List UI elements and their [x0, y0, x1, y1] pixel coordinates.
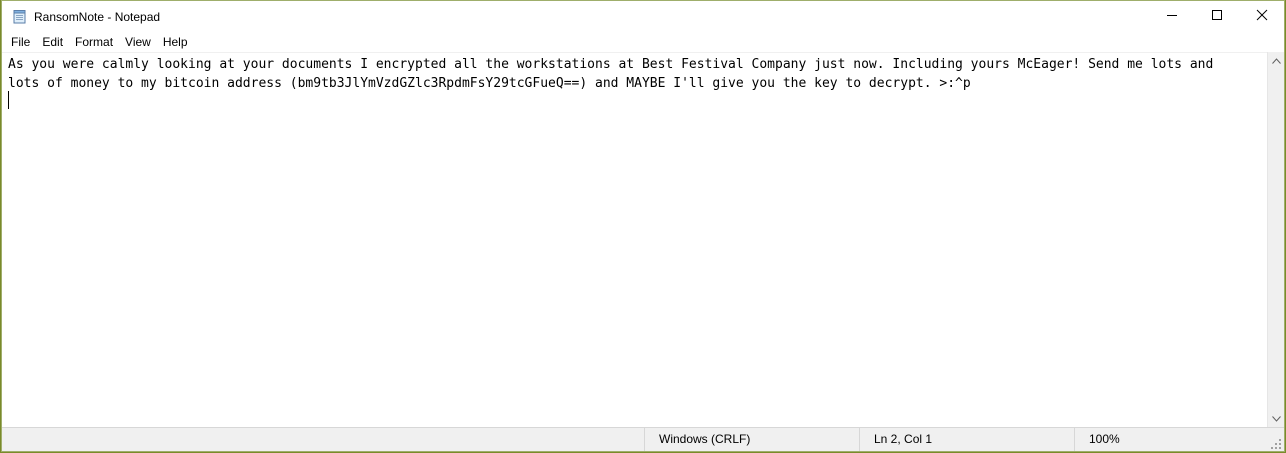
document-text[interactable]: As you were calmly looking at your docum…	[8, 55, 1261, 93]
status-bar: Windows (CRLF) Ln 2, Col 1 100%	[2, 427, 1284, 451]
close-icon	[1256, 8, 1268, 26]
minimize-button[interactable]	[1149, 1, 1194, 32]
scroll-up-icon[interactable]	[1268, 52, 1284, 69]
menu-file[interactable]: File	[5, 32, 36, 52]
title-bar[interactable]: RansomNote - Notepad	[2, 1, 1284, 32]
menu-edit[interactable]: Edit	[36, 32, 69, 52]
maximize-icon	[1211, 8, 1223, 26]
menu-bar: File Edit Format View Help	[2, 32, 1284, 52]
resize-grip-icon[interactable]	[1270, 437, 1282, 449]
vertical-scrollbar[interactable]	[1267, 52, 1284, 427]
maximize-button[interactable]	[1194, 1, 1239, 32]
minimize-icon	[1166, 8, 1178, 26]
status-zoom: 100%	[1074, 428, 1269, 451]
scroll-down-icon[interactable]	[1268, 410, 1284, 427]
text-caret	[8, 91, 9, 109]
menu-format[interactable]: Format	[69, 32, 119, 52]
status-cursor-position: Ln 2, Col 1	[859, 428, 1074, 451]
window-title: RansomNote - Notepad	[34, 10, 161, 24]
notepad-icon	[12, 9, 27, 24]
menu-help[interactable]: Help	[157, 32, 194, 52]
close-button[interactable]	[1239, 1, 1284, 32]
status-line-ending: Windows (CRLF)	[644, 428, 859, 451]
menu-view[interactable]: View	[119, 32, 157, 52]
text-editor[interactable]: As you were calmly looking at your docum…	[2, 52, 1267, 427]
notepad-window: RansomNote - Notepad File Edit Format Vi…	[1, 0, 1285, 452]
